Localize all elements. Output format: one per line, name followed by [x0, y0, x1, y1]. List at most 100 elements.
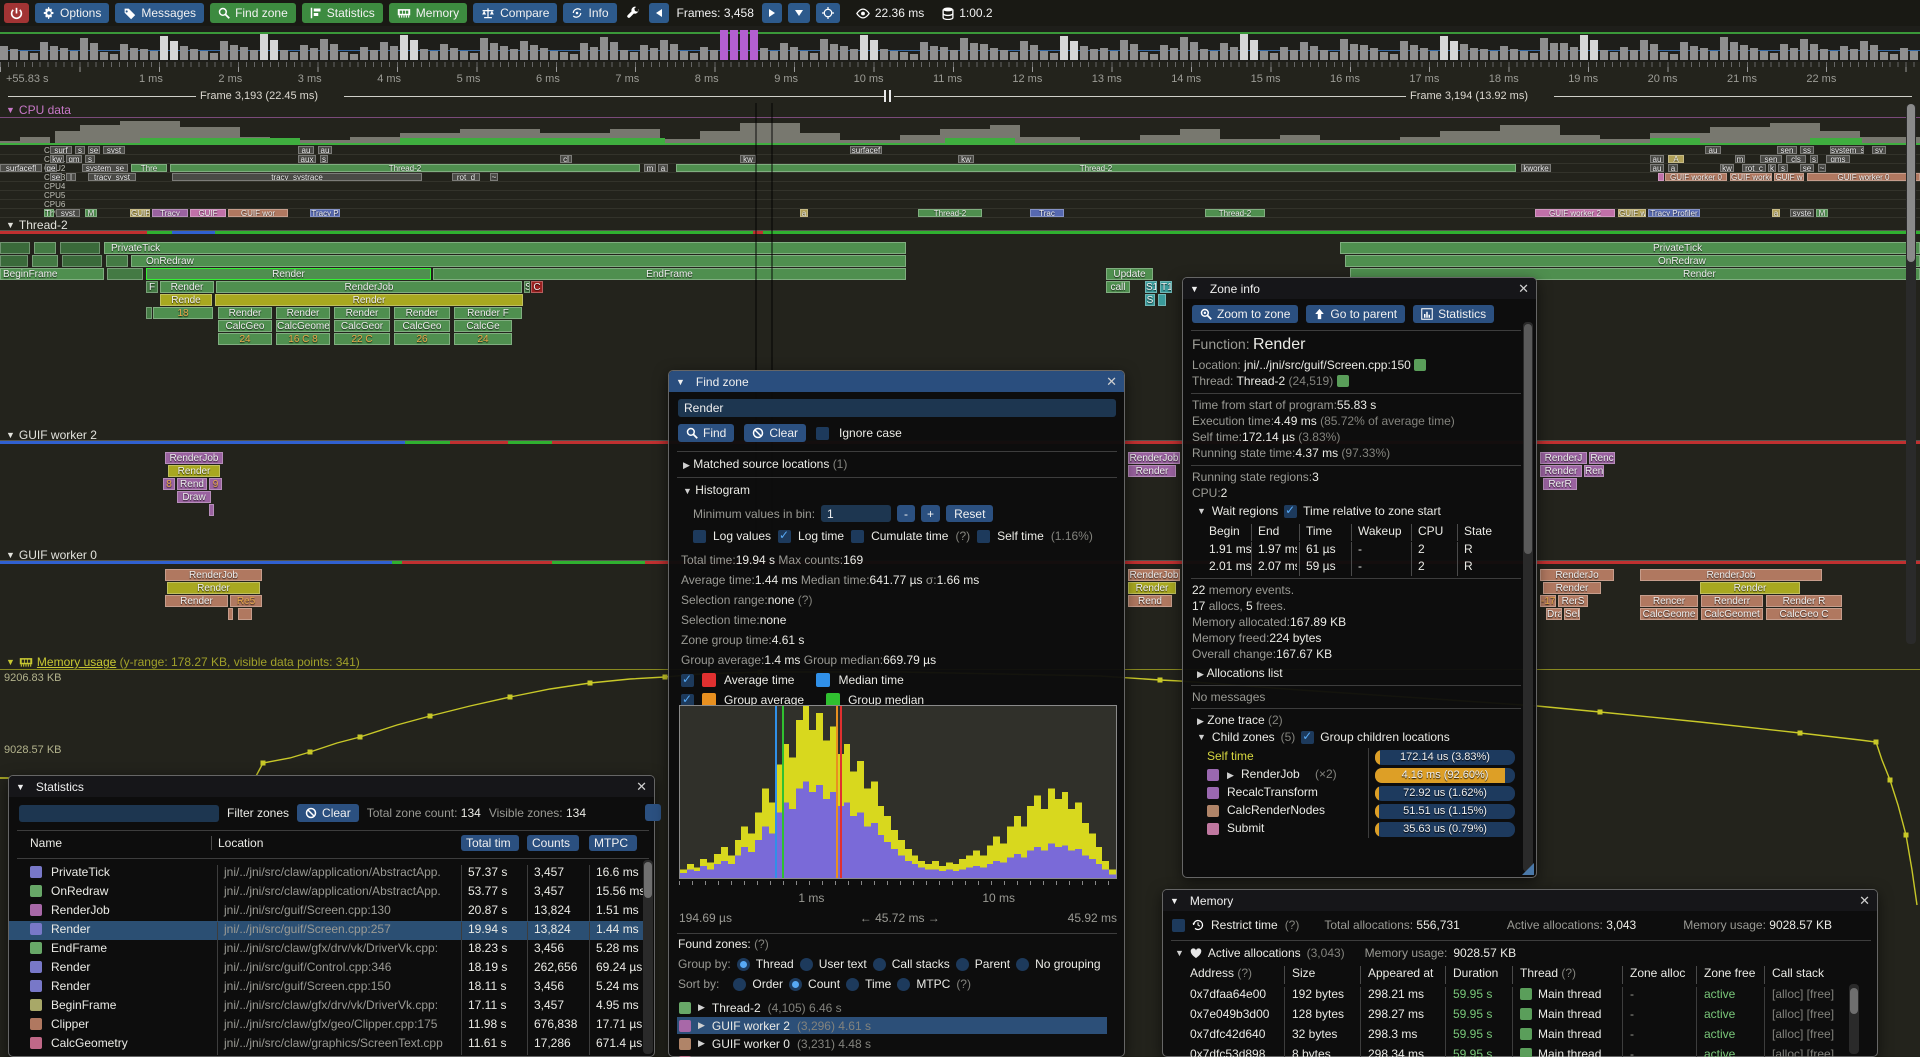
zone-8[interactable]: 8 [163, 478, 175, 490]
cpu-zone-block[interactable]: tracy_systrace [172, 173, 422, 181]
collapse-triangle-icon[interactable]: ▼ [676, 377, 685, 387]
time-ruler[interactable]: +55.83 s1 ms2 ms3 ms4 ms5 ms6 ms7 ms8 ms… [0, 62, 1920, 90]
cpu-zone-block[interactable]: Trac [1030, 209, 1064, 217]
timeline-scrollbar[interactable] [1906, 104, 1916, 644]
cpu-zone-block[interactable]: A [1668, 155, 1684, 163]
prev-frame-button[interactable] [649, 3, 669, 23]
memory-usage-section-label[interactable]: ▼Memory usage (y-range: 178.27 KB, visib… [6, 655, 360, 669]
found-zone-group-row[interactable]: ▶GUIF worker 0(3,231) 4.48 s [677, 1035, 1107, 1052]
cpu-zone-block[interactable]: kw [958, 155, 974, 163]
clipped-button[interactable] [645, 804, 661, 821]
zone-renderjob[interactable]: RenderJob [165, 569, 262, 581]
zone-render[interactable]: Render [168, 465, 220, 477]
collapse-triangle-icon[interactable]: ▼ [1170, 896, 1179, 906]
table-row[interactable]: BeginFramejni/../jni/src/claw/gfx/drv/vk… [9, 997, 644, 1016]
wait-col-state[interactable]: State [1457, 524, 1492, 541]
find-zone-button[interactable]: Find zone [210, 3, 296, 23]
cpu-zone-block[interactable]: sen [1760, 155, 1782, 163]
zone-render[interactable]: Render [218, 307, 272, 319]
self-time-checkbox[interactable] [977, 530, 990, 543]
timeline-scrollbar-thumb[interactable] [1907, 104, 1915, 262]
zone-block[interactable] [209, 504, 214, 516]
cpu-zone-block[interactable]: a [1772, 209, 1780, 217]
reset-button[interactable]: Reset [946, 505, 993, 522]
memory-table-row[interactable]: 0x7dfaa64e00192 bytes298.21 ms59.95 sMai… [1163, 987, 1863, 1007]
zone-c[interactable]: C [531, 281, 543, 293]
zone-calcgeomet[interactable]: CalcGeomet [1701, 608, 1763, 620]
sort-by-time[interactable] [846, 978, 859, 991]
cpu-usage-graph[interactable] [0, 120, 1920, 145]
group-by-thread[interactable] [737, 958, 750, 971]
zone-block[interactable] [0, 255, 28, 267]
collapse-arrow-icon[interactable]: ▼ [683, 486, 692, 496]
zone-26[interactable]: 26 [394, 333, 450, 345]
zone-render[interactable]: Render [167, 582, 260, 594]
cpu-zone-block[interactable]: cl [560, 155, 572, 163]
expand-arrow-icon[interactable]: ▶ [1197, 716, 1204, 726]
cpu-zone-block[interactable]: au [318, 146, 332, 154]
zone-ren[interactable]: Ren [1584, 465, 1604, 477]
wait-regions-header[interactable]: ▼ Wait regions Time relative to zone sta… [1197, 504, 1441, 518]
thread-section-label[interactable]: ▼GUIF worker 0 [6, 548, 97, 562]
zone-rerr[interactable]: RerR [1543, 478, 1577, 490]
collapse-arrow-icon[interactable]: ▼ [1175, 948, 1184, 958]
zone-s[interactable]: S [1145, 294, 1155, 306]
zone-renderjob[interactable]: RenderJob [1640, 569, 1822, 581]
cpu-zone-block[interactable]: GUIF worker 0 [1807, 173, 1920, 181]
zone-render[interactable]: Render [394, 307, 450, 319]
collapse-triangle-icon[interactable]: ▼ [16, 782, 25, 792]
stats-scrollbar[interactable] [643, 860, 653, 1054]
expand-arrow-icon[interactable]: ▶ [698, 1002, 705, 1013]
zone-24[interactable]: 24 [454, 333, 512, 345]
cpu-zone-block[interactable]: l [66, 173, 76, 181]
cpu-zone-block[interactable]: GUIF worker 2 [1535, 209, 1615, 217]
statistics-window-titlebar[interactable]: ▼Statistics✕ [9, 776, 654, 797]
next-frame-button[interactable] [762, 3, 782, 23]
cpu-zone-block[interactable]: se [50, 173, 62, 181]
zone-24[interactable]: 24 [218, 333, 272, 345]
source-color-swatch[interactable] [1414, 359, 1426, 371]
wait-col-wakeup[interactable]: Wakeup [1351, 524, 1402, 541]
cpu-zone-block[interactable]: GUIF [130, 209, 150, 217]
memory-col-zone-free[interactable]: Zone free [1696, 966, 1755, 984]
ignore-case-checkbox[interactable] [816, 427, 829, 440]
table-row[interactable]: CalcGeometryjni/../jni/src/claw/graphics… [9, 1035, 644, 1054]
zone-renderjob[interactable]: RenderJob [216, 281, 522, 293]
zone-call[interactable]: call [1106, 281, 1130, 293]
zone-onredraw[interactable]: OnRedraw [131, 255, 906, 267]
zone-onredraw[interactable]: OnRedraw [1345, 255, 1920, 267]
active-allocations-header[interactable]: ▼Active allocations (3,043)Memory usage:… [1175, 946, 1516, 960]
table-row[interactable]: Renderjni/../jni/src/guif/Control.cpp:34… [9, 959, 644, 978]
expand-arrow-icon[interactable]: ▶ [683, 460, 690, 470]
zone-rende[interactable]: Rende [160, 294, 212, 306]
zone-rers[interactable]: RerS [1558, 595, 1588, 607]
cpu-zone-block[interactable]: gms [1826, 155, 1850, 163]
zone-dra[interactable]: Dra [1546, 608, 1562, 620]
expand-arrow-icon[interactable]: ▶ [698, 1020, 705, 1031]
zone-block[interactable] [106, 255, 128, 267]
zone-render[interactable]: Render [276, 307, 330, 319]
wait-col-begin[interactable]: Begin [1209, 524, 1240, 541]
cpu-zone-block[interactable]: m [644, 164, 656, 172]
cpu-zone-block[interactable]: system_se [82, 164, 128, 172]
collapse-triangle-icon[interactable]: ▼ [6, 550, 15, 560]
memory-col-call-stack[interactable]: Call stack [1764, 966, 1824, 984]
zone-render[interactable]: Render [160, 281, 214, 293]
legend-checkbox[interactable] [681, 674, 694, 687]
cpu-zone-block[interactable]: au [298, 146, 314, 154]
zone-sel[interactable]: Sel [1564, 608, 1580, 620]
cpu-zone-block[interactable]: au [1650, 164, 1664, 172]
memory-scrollbar[interactable] [1849, 984, 1859, 1054]
memory-table-row[interactable]: 0x7dfc42d64032 bytes298.3 ms59.95 sMain … [1163, 1027, 1863, 1047]
wait-col-end[interactable]: End [1251, 524, 1279, 541]
col-name[interactable]: Name [30, 836, 62, 850]
zone-block[interactable] [34, 242, 56, 254]
col-mtpc-sort-button[interactable]: MTPC [589, 835, 637, 851]
matched-source-locations[interactable]: ▶ Matched source locations (1) [683, 457, 847, 471]
wait-col-cpu[interactable]: CPU [1411, 524, 1443, 541]
memory-window-titlebar[interactable]: ▼Memory✕ [1163, 890, 1877, 911]
zone-update[interactable]: Update [1106, 268, 1153, 280]
zone-block[interactable] [107, 268, 143, 280]
zone-calcgeome[interactable]: CalcGeome [276, 320, 330, 332]
zone-9[interactable]: 9 [209, 478, 222, 490]
